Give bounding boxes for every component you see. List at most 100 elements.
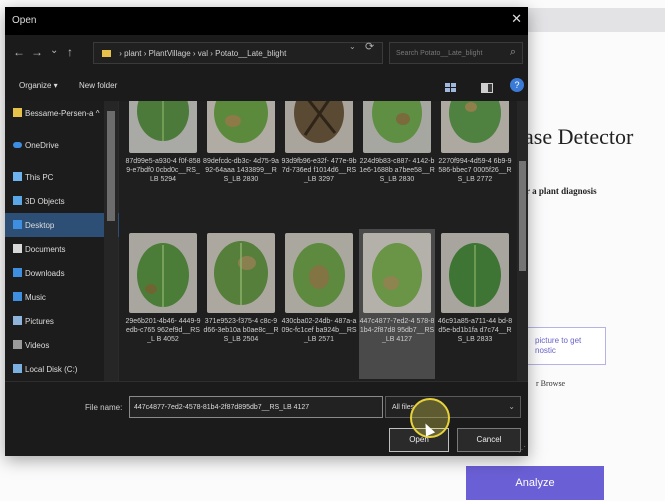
leaf-thumbnail <box>363 101 431 153</box>
disk-icon <box>13 364 22 373</box>
video-icon <box>13 340 22 349</box>
file-tile[interactable]: 2270f994-4d59-4 6b9-9586-bbec7 0005f26__… <box>437 101 513 184</box>
sidebar-item-onedrive[interactable]: OneDrive <box>5 133 119 157</box>
dialog-footer: File name: 447c4877-7ed2-4578-81b4-2f87d… <box>5 381 528 456</box>
picture-icon <box>13 316 22 325</box>
leaf-thumbnail <box>207 101 275 153</box>
sidebar-item-local-disk[interactable]: Local Disk (C:) <box>5 357 119 381</box>
file-caption: 89defcdc-db3c- 4d75-9a92-64aaa 1433899__… <box>203 158 279 183</box>
file-caption: 46c91a85-a711-44 bd-8d5e-bd1b1fa d7c74__… <box>437 318 513 343</box>
download-icon <box>13 268 22 277</box>
computer-icon <box>13 172 22 181</box>
browse-text: r Browse <box>536 379 566 388</box>
sidebar-item-pictures[interactable]: Pictures <box>5 309 119 333</box>
file-tile[interactable]: 93d9fb96-e32f- 477e-9b7d-736ed f1014d6__… <box>281 101 357 184</box>
sidebar-item-desktop[interactable]: Desktop <box>5 213 119 237</box>
file-caption: 224d9b83-c887- 4142-b1e6-1688b a7bee58__… <box>359 158 435 183</box>
cancel-button[interactable]: Cancel <box>457 428 521 452</box>
file-tile[interactable]: 87d99e5-a930-4 f0f-8589-e7bdf0 0cbd0c__R… <box>125 101 201 184</box>
music-icon <box>13 292 22 301</box>
leaf-thumbnail <box>441 101 509 153</box>
sidebar-item-downloads[interactable]: Downloads <box>5 261 119 285</box>
file-name-label: File name: <box>85 403 123 412</box>
recent-locations-icon[interactable]: ⌄ <box>50 45 58 56</box>
new-folder-button[interactable]: New folder <box>79 81 117 90</box>
sidebar-item-music[interactable]: Music <box>5 285 119 309</box>
chevron-down-icon[interactable]: ⌄ <box>349 42 356 51</box>
file-tile[interactable]: 29e6b201-4b46- 4449-9edb-c765 962ef9d__R… <box>125 233 201 344</box>
scrollbar-thumb[interactable] <box>107 111 115 221</box>
preview-pane-icon[interactable] <box>481 80 493 93</box>
file-type-value: All files <box>392 404 415 411</box>
page-subtext: r a plant diagnosis <box>526 186 597 196</box>
sidebar-item-label: Local Disk (C:) <box>25 365 78 374</box>
desktop-icon <box>13 220 22 229</box>
file-tile[interactable]: 430cba02-24db- 487a-a09c-fc1cef ba924b__… <box>281 233 357 344</box>
sidebar-item-label: 3D Objects <box>25 197 65 206</box>
file-caption: 371e9523-f375-4 c8c-9d66-3eb10a b0ae8c__… <box>203 318 279 343</box>
file-caption: 430cba02-24db- 487a-a09c-fc1cef ba924b__… <box>281 318 357 343</box>
navigation-bar: ← → ⌄ ↑ › plant › PlantVillage › val › P… <box>5 35 528 71</box>
page-heading: ase Detector <box>524 124 634 149</box>
open-button[interactable]: Open <box>389 428 449 452</box>
folder-icon <box>13 108 22 117</box>
leaf-thumbnail <box>207 233 275 313</box>
help-icon[interactable]: ? <box>510 78 524 92</box>
file-tile[interactable]: 224d9b83-c887- 4142-b1e6-1688b a7bee58__… <box>359 101 435 184</box>
resize-grip-icon[interactable]: ⋰ <box>518 445 526 454</box>
cloud-icon <box>13 142 22 148</box>
forward-arrow-icon[interactable]: → <box>31 45 43 59</box>
sidebar-item-3d-objects[interactable]: 3D Objects <box>5 189 119 213</box>
upload-dropzone[interactable]: picture to get nostic <box>522 327 606 365</box>
sidebar-item-label: Desktop <box>25 221 55 230</box>
cube-icon <box>13 196 22 205</box>
sidebar-item-user-folder[interactable]: Bessame-Persen-a ^ <box>5 101 119 125</box>
leaf-thumbnail <box>441 233 509 313</box>
search-icon: ⌕ <box>509 46 516 58</box>
address-bar[interactable]: › plant › PlantVillage › val › Potato__L… <box>93 42 383 64</box>
sidebar-item-label: OneDrive <box>25 141 59 150</box>
scrollbar-thumb[interactable] <box>519 161 526 271</box>
organize-menu[interactable]: Organize ▾ <box>19 81 58 90</box>
file-tile[interactable]: 46c91a85-a711-44 bd-8d5e-bd1b1fa d7c74__… <box>437 233 513 344</box>
sidebar-item-videos[interactable]: Videos <box>5 333 119 357</box>
search-placeholder: Search Potato__Late_blight <box>396 50 483 57</box>
sidebar-item-documents[interactable]: Documents <box>5 237 119 261</box>
search-input[interactable]: Search Potato__Late_blight ⌕ <box>389 42 523 64</box>
sidebar-item-label: This PC <box>25 173 54 182</box>
file-tile[interactable]: 89defcdc-db3c- 4d75-9a92-64aaa 1433899__… <box>203 101 279 184</box>
file-grid: 87d99e5-a930-4 f0f-8589-e7bdf0 0cbd0c__R… <box>123 101 517 381</box>
chevron-down-icon: ⌄ <box>508 402 515 411</box>
sidebar-item-label: Pictures <box>25 317 54 326</box>
sidebar-scrollbar[interactable] <box>104 101 118 381</box>
folder-icon <box>102 50 111 57</box>
leaf-thumbnail <box>363 233 431 313</box>
leaf-thumbnail <box>129 233 197 313</box>
sidebar-item-label: Downloads <box>25 269 65 278</box>
browser-top-strip <box>520 8 665 32</box>
refresh-icon[interactable]: ⟳ <box>365 40 374 53</box>
leaf-thumbnail <box>129 101 197 153</box>
up-arrow-icon[interactable]: ↑ <box>67 45 73 59</box>
file-grid-scrollbar[interactable] <box>517 101 528 381</box>
file-caption: 87d99e5-a930-4 f0f-8589-e7bdf0 0cbd0c__R… <box>125 158 201 183</box>
navigation-pane: Bessame-Persen-a ^ OneDrive This PC 3D O… <box>5 101 119 381</box>
analyze-button[interactable]: Analyze <box>466 466 604 500</box>
file-name-input[interactable]: 447c4877-7ed2-4578-81b4-2f87d895db7__RS_… <box>129 396 383 418</box>
file-tile-selected[interactable]: 447c4877-7ed2-4 578-81b4-2f87d8 95db7__R… <box>359 229 435 379</box>
open-file-dialog: Open ✕ ← → ⌄ ↑ › plant › PlantVillage › … <box>5 7 528 456</box>
close-icon[interactable]: ✕ <box>511 11 522 27</box>
dialog-title: Open <box>12 15 37 26</box>
file-tile[interactable]: 371e9523-f375-4 c8c-9d66-3eb10a b0ae8c__… <box>203 233 279 344</box>
view-options-icon[interactable] <box>445 80 457 92</box>
address-path: › plant › PlantVillage › val › Potato__L… <box>119 49 287 58</box>
document-icon <box>13 244 22 253</box>
sidebar-item-this-pc[interactable]: This PC <box>5 165 119 189</box>
file-caption: 93d9fb96-e32f- 477e-9b7d-736ed f1014d6__… <box>281 158 357 183</box>
file-type-select[interactable]: All files ⌄ <box>385 396 521 418</box>
leaf-thumbnail <box>285 101 353 153</box>
back-arrow-icon[interactable]: ← <box>13 45 25 59</box>
leaf-thumbnail <box>285 233 353 313</box>
file-caption: 2270f994-4d59-4 6b9-9586-bbec7 0005f26__… <box>438 158 512 183</box>
sidebar-item-label: Bessame-Persen-a ^ <box>25 109 100 118</box>
